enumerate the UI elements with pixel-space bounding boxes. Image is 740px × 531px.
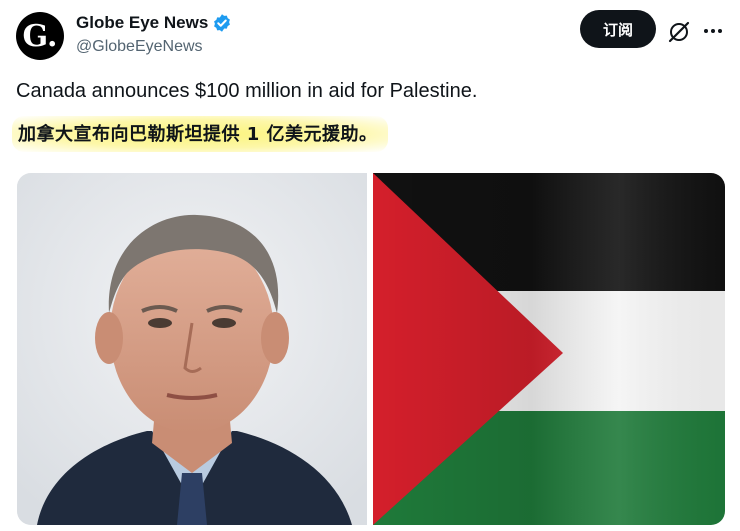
tweet-text-chinese-highlight: 加拿大宣布向巴勒斯坦提供 1 亿美元援助。 [12,116,388,152]
palestine-flag-illustration [373,173,725,525]
tweet-text-chinese: 加拿大宣布向巴勒斯坦提供 1 亿美元援助。 [18,124,378,145]
tweet-media [17,173,725,525]
avatar[interactable]: G. [16,12,64,60]
avatar-letter: G. [22,18,58,54]
palestine-flag-photo[interactable] [373,173,725,525]
author-display-name[interactable]: Globe Eye News [76,13,208,33]
subscribe-button[interactable]: 订阅 [580,10,656,48]
tweet-header: G. Globe Eye News @GlobeEyeNews 订阅 [0,0,740,70]
tweet-text-english: Canada announces $100 million in aid for… [16,80,478,102]
author-name-row[interactable]: Globe Eye News [76,13,232,33]
portrait-photo[interactable] [17,173,367,525]
more-icon[interactable] [700,18,726,44]
author-handle[interactable]: @GlobeEyeNews [76,38,203,56]
verified-badge-icon [214,14,231,32]
portrait-illustration [17,173,367,525]
grok-icon[interactable] [667,20,691,44]
